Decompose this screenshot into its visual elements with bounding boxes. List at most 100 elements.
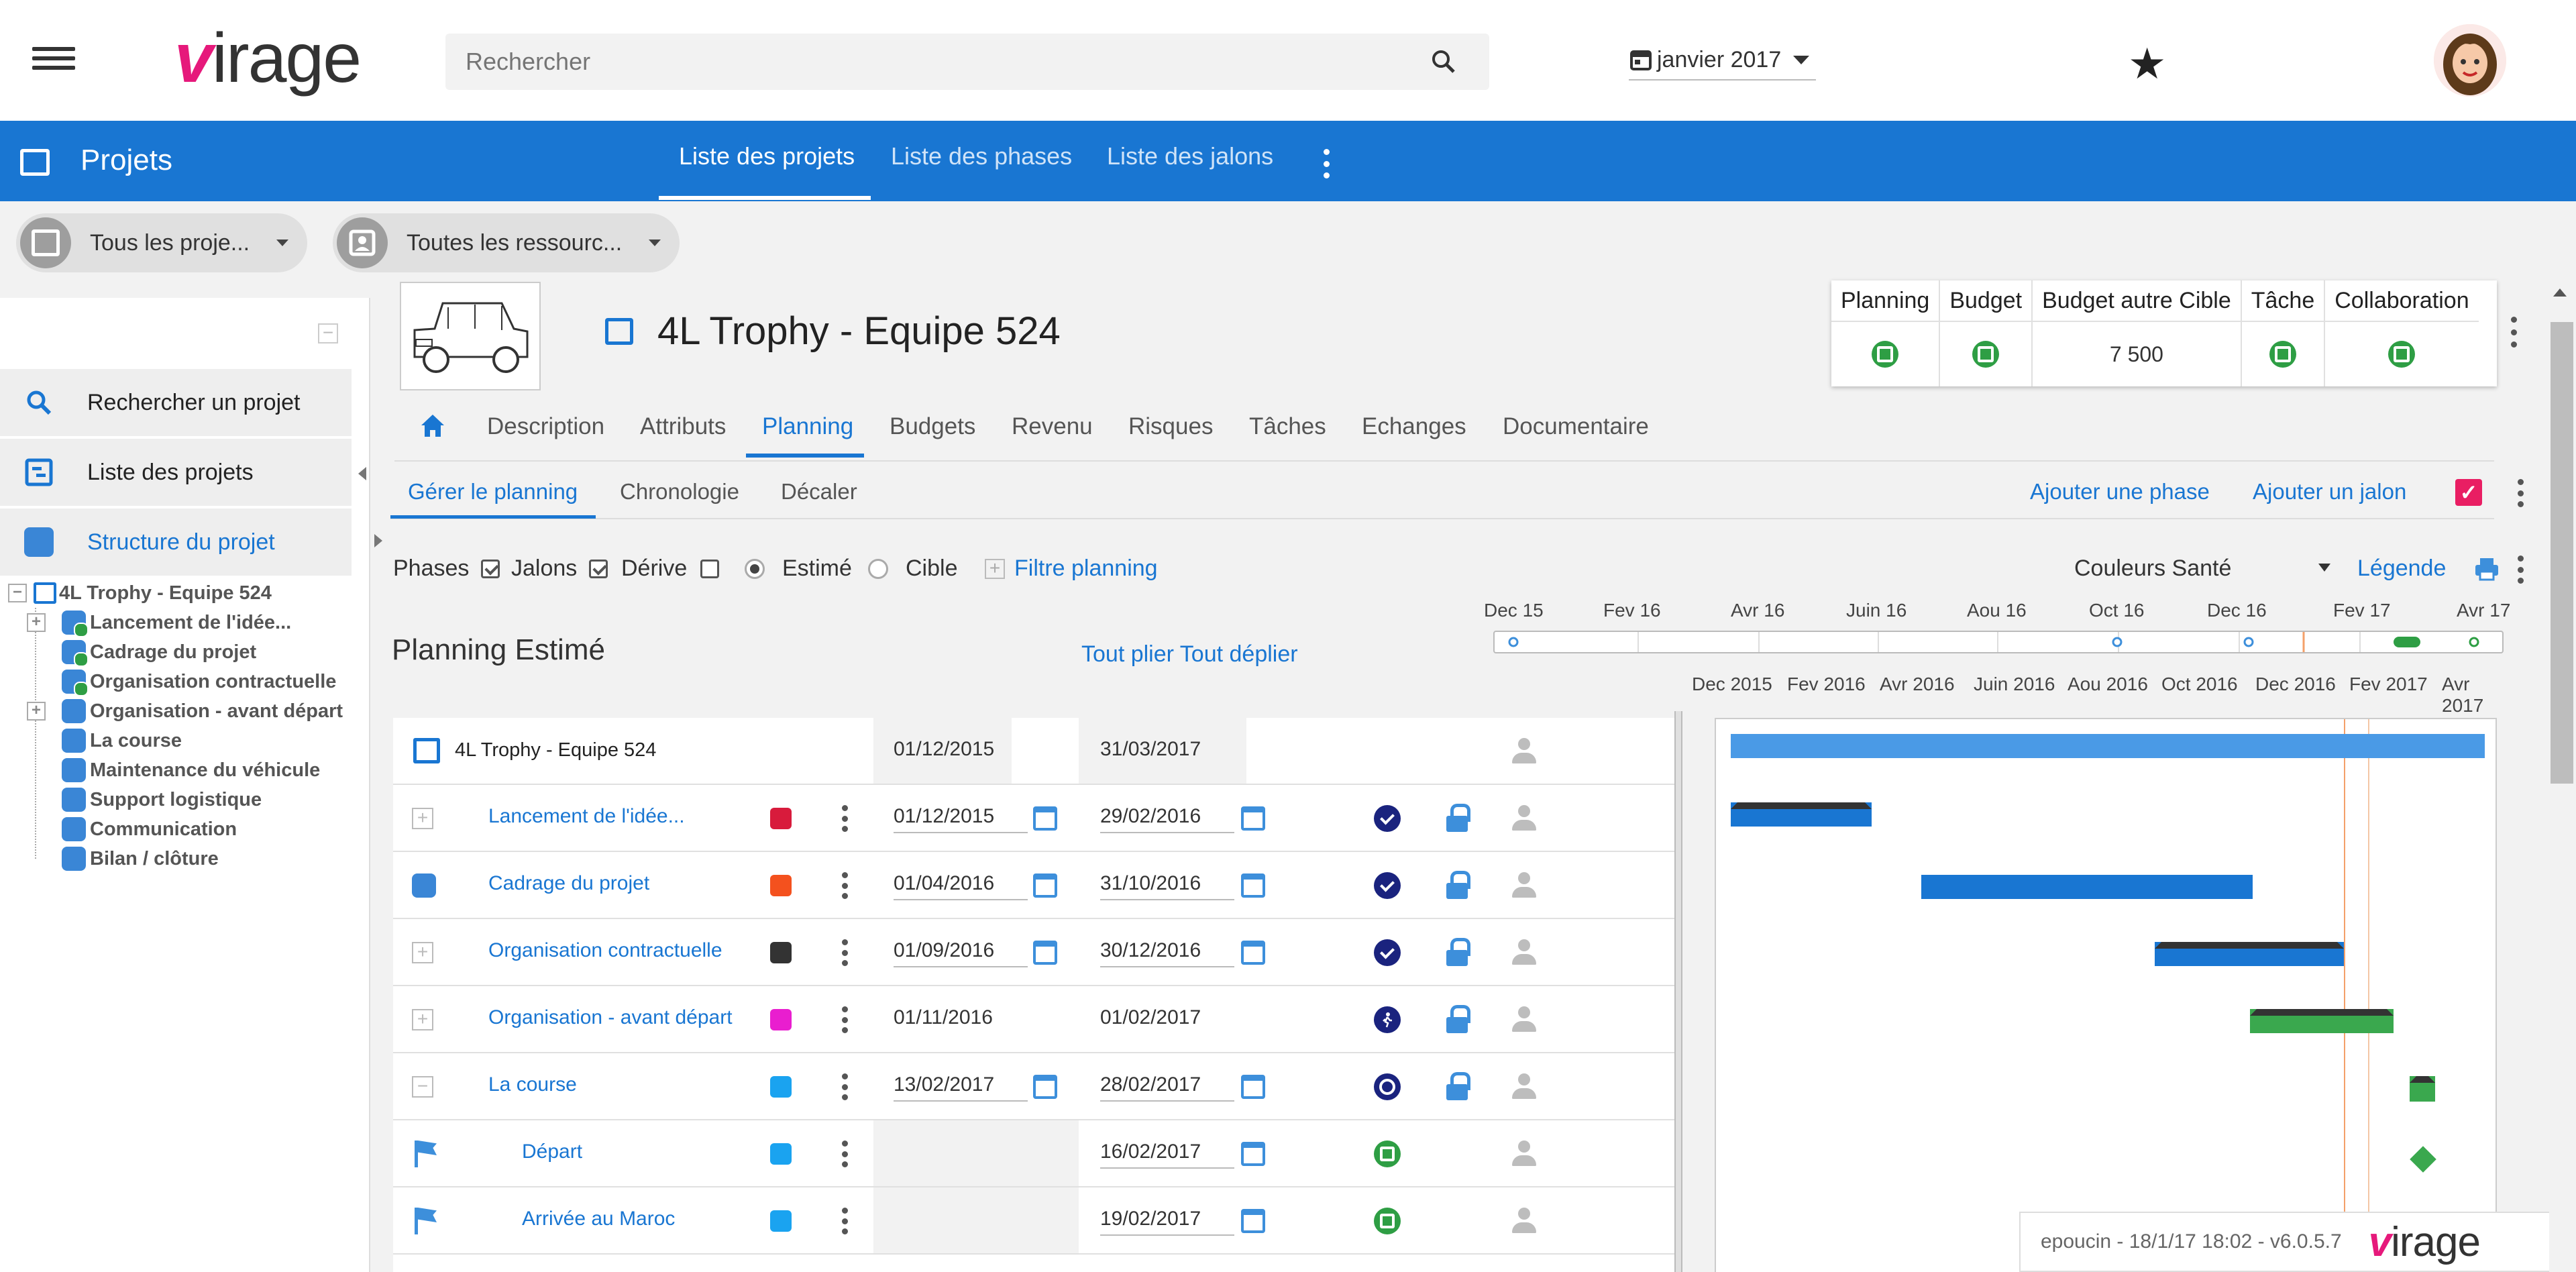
start-date-field[interactable]: 01/12/2015 (894, 735, 1028, 766)
tree-item[interactable]: Support logistique (35, 785, 262, 814)
end-date-field[interactable]: 31/10/2016 (1100, 869, 1234, 900)
assignee-icon[interactable] (1511, 872, 1538, 899)
tree-item[interactable]: + Lancement de l'idée... (27, 608, 291, 637)
lock-icon[interactable] (1446, 1005, 1470, 1033)
expand-node-icon[interactable]: + (27, 613, 46, 632)
row-name[interactable]: Organisation contractuelle (488, 939, 722, 962)
tree-root[interactable]: − 4L Trophy - Equipe 524 (8, 578, 272, 608)
phases-checkbox[interactable] (481, 559, 500, 578)
calendar-icon[interactable] (1241, 873, 1265, 898)
row-more-icon[interactable] (841, 1141, 848, 1167)
gantt-bar-project[interactable] (1731, 734, 2485, 758)
row-name[interactable]: Cadrage du projet (488, 872, 649, 895)
row-name[interactable]: Lancement de l'idée... (488, 805, 685, 828)
start-date-field[interactable]: 13/02/2017 (894, 1071, 1028, 1102)
assignee-icon[interactable] (1511, 1141, 1538, 1167)
row-name[interactable]: Départ (522, 1141, 582, 1163)
status-ok-icon[interactable] (1972, 341, 2000, 368)
end-date-field[interactable]: 19/02/2017 (1100, 1205, 1234, 1236)
lock-icon[interactable] (1446, 1072, 1470, 1100)
table-row[interactable]: 4L Trophy - Equipe 524 01/12/2015 31/03/20… (393, 718, 1674, 785)
tab-attributs[interactable]: Attributs (640, 413, 726, 440)
start-date-field[interactable]: 01/04/2016 (894, 869, 1028, 900)
row-more-icon[interactable] (841, 1208, 848, 1234)
end-date-field[interactable]: 28/02/2017 (1100, 1071, 1234, 1102)
assignee-icon[interactable] (1511, 738, 1538, 765)
gantt-bar-lancement[interactable] (1731, 802, 1872, 827)
row-more-icon[interactable] (841, 872, 848, 899)
start-date-field[interactable]: 01/11/2016 (894, 1004, 1028, 1035)
color-swatch[interactable] (770, 942, 792, 963)
table-row[interactable]: + Organisation contractuelle 01/09/2016 30/… (393, 919, 1674, 986)
filter-planning-link[interactable]: + Filtre planning (985, 555, 1158, 582)
timeline-minimap[interactable] (1493, 631, 2504, 653)
tab-description[interactable]: Description (487, 413, 604, 440)
tab-liste-des-projets[interactable]: Liste des projets (679, 142, 855, 170)
start-date-field[interactable]: 01/09/2016 (894, 937, 1028, 967)
assignee-icon[interactable] (1511, 939, 1538, 966)
subtab-chronologie[interactable]: Chronologie (620, 479, 739, 505)
row-more-icon[interactable] (841, 805, 848, 832)
row-more-icon[interactable] (841, 1006, 848, 1033)
status-check-icon[interactable] (1374, 872, 1401, 899)
search-icon[interactable] (1429, 47, 1458, 76)
end-date-field[interactable]: 16/02/2017 (1100, 1138, 1234, 1169)
table-row[interactable]: Départ 16/02/2017 (393, 1120, 1674, 1187)
tab-documentaire[interactable]: Documentaire (1503, 413, 1649, 440)
row-name[interactable]: Arrivée au Maroc (522, 1208, 675, 1230)
search-input[interactable] (445, 34, 1385, 90)
end-date-field[interactable]: 01/02/2017 (1100, 1004, 1234, 1035)
menu-icon[interactable] (32, 42, 75, 79)
tab-planning[interactable]: Planning (762, 413, 853, 440)
derive-checkbox[interactable] (700, 559, 720, 578)
projects-filter-chip[interactable]: Tous les proje... (16, 213, 308, 272)
add-phase-link[interactable]: Ajouter une phase (2030, 479, 2210, 505)
expand-row-icon[interactable]: + (412, 1009, 433, 1030)
select-all-checkbox[interactable]: ✓ (2455, 479, 2482, 506)
scroll-up-icon[interactable] (2553, 288, 2567, 297)
assignee-icon[interactable] (1511, 805, 1538, 832)
tree-item[interactable]: Bilan / clôture (35, 844, 219, 873)
assignee-icon[interactable] (1511, 1006, 1538, 1033)
options-more-icon[interactable] (2517, 555, 2524, 584)
color-swatch[interactable] (770, 1076, 792, 1098)
gantt-bar-organisation-avant-depart[interactable] (2250, 1009, 2394, 1033)
lock-icon[interactable] (1446, 938, 1470, 966)
more-vert-icon[interactable] (1323, 149, 1330, 178)
calendar-icon[interactable] (1033, 1075, 1057, 1099)
end-date-field[interactable]: 31/03/2017 (1100, 735, 1234, 766)
status-walk-icon[interactable] (1374, 1006, 1401, 1033)
dropdown-arrow-icon[interactable] (2318, 564, 2330, 572)
table-row[interactable]: Arrivée au Maroc 19/02/2017 (393, 1187, 1674, 1255)
status-check-icon[interactable] (1374, 805, 1401, 832)
fold-unfold-links[interactable]: Tout plier Tout déplier (1081, 641, 1298, 668)
tree-item[interactable]: + Organisation - avant départ (27, 696, 343, 726)
tree-item[interactable]: Maintenance du véhicule (35, 755, 320, 785)
legend-link[interactable]: Légende (2357, 555, 2446, 582)
calendar-icon[interactable] (1241, 1209, 1265, 1233)
status-ok-icon[interactable] (2269, 341, 2296, 368)
row-more-icon[interactable] (841, 1073, 848, 1100)
collapse-row-icon[interactable]: − (412, 1076, 433, 1098)
table-row[interactable]: + Organisation - avant départ 01/11/2016 01… (393, 986, 1674, 1053)
collapse-sidebar-icon[interactable]: − (318, 323, 338, 343)
cible-radio[interactable] (868, 558, 888, 579)
status-power-icon[interactable] (1374, 1073, 1401, 1100)
expand-node-icon[interactable]: + (27, 702, 46, 721)
tab-budgets[interactable]: Budgets (890, 413, 975, 440)
assignee-icon[interactable] (1511, 1073, 1538, 1100)
tab-liste-des-phases[interactable]: Liste des phases (891, 142, 1072, 170)
end-date-field[interactable]: 29/02/2016 (1100, 802, 1234, 833)
app-logo[interactable]: virage (174, 19, 362, 99)
end-date-field[interactable]: 30/12/2016 (1100, 937, 1234, 967)
row-name[interactable]: La course (488, 1073, 577, 1096)
status-green-icon[interactable] (1374, 1141, 1401, 1167)
tree-item[interactable]: Communication (35, 814, 237, 844)
collapse-node-icon[interactable]: − (8, 584, 27, 602)
scrollbar-thumb[interactable] (2551, 322, 2573, 784)
print-icon[interactable] (2474, 557, 2500, 581)
color-swatch[interactable] (770, 1210, 792, 1232)
jalons-checkbox[interactable] (589, 559, 608, 578)
subtab-gerer-planning[interactable]: Gérer le planning (408, 479, 578, 505)
tree-item[interactable]: Organisation contractuelle (35, 667, 336, 696)
